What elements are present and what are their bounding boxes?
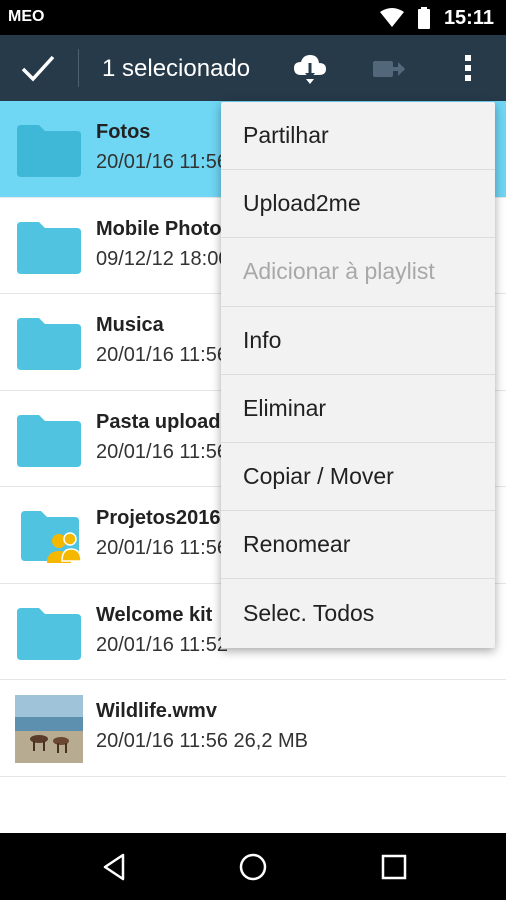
check-icon[interactable] bbox=[20, 51, 56, 85]
cloud-download-icon[interactable] bbox=[292, 51, 328, 85]
selection-count-title: 1 selecionado bbox=[102, 55, 251, 82]
folder-icon bbox=[17, 414, 81, 467]
menu-item-adicionar-playlist: Adicionar à playlist bbox=[221, 238, 495, 307]
menu-item-copiar-mover[interactable]: Copiar / Mover bbox=[221, 443, 495, 512]
back-icon[interactable] bbox=[99, 851, 131, 883]
folder-icon bbox=[17, 221, 81, 274]
carrier-label: MEO bbox=[8, 8, 45, 25]
shared-folder-icon bbox=[21, 511, 82, 563]
file-name: Musica bbox=[96, 314, 164, 336]
video-thumbnail bbox=[15, 695, 83, 763]
menu-item-eliminar[interactable]: Eliminar bbox=[221, 375, 495, 443]
status-bar: MEO 15:11 bbox=[0, 0, 506, 35]
divider bbox=[78, 49, 79, 87]
file-row-wildlife[interactable]: Wildlife.wmv 20/01/16 11:56 26,2 MB bbox=[0, 680, 506, 777]
file-meta: 20/01/16 11:56 26,2 MB bbox=[96, 730, 309, 752]
file-meta: 20/01/16 11:56 bbox=[96, 537, 228, 559]
selection-action-bar: 1 selecionado bbox=[0, 35, 506, 101]
menu-item-selec-todos[interactable]: Selec. Todos bbox=[221, 579, 495, 647]
folder-icon bbox=[17, 607, 81, 660]
menu-item-renomear[interactable]: Renomear bbox=[221, 511, 495, 580]
file-meta: 09/12/12 18:00 bbox=[96, 247, 230, 270]
file-meta: 20/01/16 11:56 bbox=[96, 440, 228, 463]
file-meta: 20/01/16 11:56 bbox=[96, 344, 228, 366]
menu-item-partilhar[interactable]: Partilhar bbox=[221, 102, 495, 171]
move-to-icon[interactable] bbox=[370, 51, 408, 85]
file-name: Projetos2016 bbox=[96, 507, 221, 529]
file-meta: 20/01/16 11:52 bbox=[96, 633, 228, 656]
menu-item-upload2me[interactable]: Upload2me bbox=[221, 170, 495, 239]
wifi-icon bbox=[379, 8, 404, 27]
file-name: Mobile Photos bbox=[96, 217, 233, 240]
recents-icon[interactable] bbox=[378, 851, 410, 883]
folder-icon bbox=[17, 125, 81, 177]
home-icon[interactable] bbox=[237, 851, 269, 883]
overflow-menu: Partilhar Upload2me Adicionar à playlist… bbox=[221, 102, 495, 648]
file-name: Welcome kit bbox=[96, 603, 213, 626]
file-name: Wildlife.wmv bbox=[96, 700, 217, 722]
file-name: Pasta upload bbox=[96, 410, 221, 433]
menu-item-info[interactable]: Info bbox=[221, 307, 495, 375]
clock: 15:11 bbox=[443, 6, 494, 29]
file-meta: 20/01/16 11:56 bbox=[96, 151, 228, 173]
folder-icon bbox=[17, 318, 81, 370]
overflow-menu-icon[interactable] bbox=[458, 51, 478, 85]
battery-icon bbox=[417, 7, 430, 29]
file-name: Fotos bbox=[96, 121, 151, 143]
navigation-bar bbox=[0, 833, 506, 900]
